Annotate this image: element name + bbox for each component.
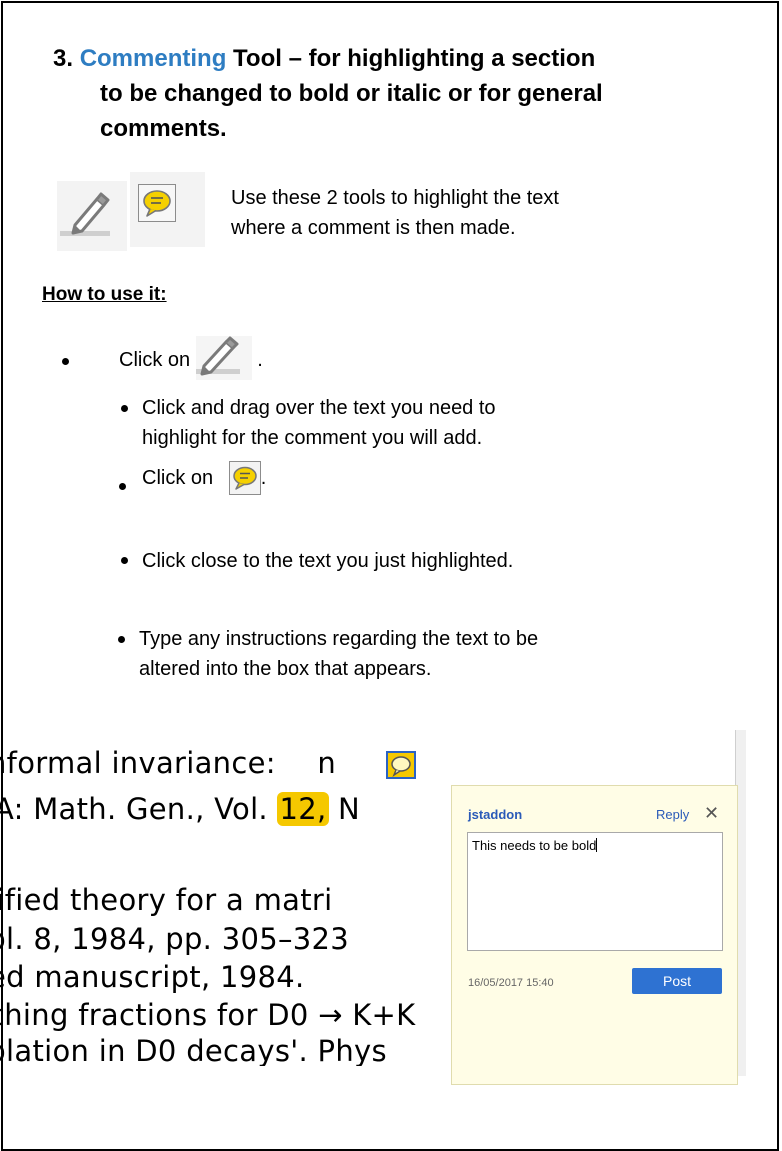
comment-popup: jstaddon Reply ✕ This needs to be bold 1… [451,785,738,1085]
heading-line3: comments. [100,115,227,142]
step-3-text: Click on [142,467,214,489]
step-5-line1: Type any instructions regarding the text… [139,628,539,650]
step-5-line2: altered into the box that appears. [139,658,432,680]
step-4: Click close to the text you just highlig… [142,550,514,572]
comment-button[interactable] [138,184,176,222]
doc-line-6: ching fractions for D0 → K+K [0,998,416,1032]
highlighted-text[interactable]: 12, [277,792,329,826]
inline-comment-tool[interactable] [228,461,261,495]
step-1-text: Click on [119,349,191,371]
bullet-dot [121,557,128,564]
step-3: Click on . [142,461,266,495]
comment-bubble-icon [391,756,411,777]
comment-bubble-icon [232,466,257,490]
comment-timestamp: 16/05/2017 15:40 [468,977,554,989]
comment-annotation-marker[interactable] [386,751,416,779]
doc-line-7: olation in D0 decays'. Phys [0,1034,387,1066]
intro-text: Use these 2 tools to highlight the text … [231,183,711,243]
highlighter-tool[interactable] [57,181,127,251]
step-2: Click and drag over the text you need to… [142,393,496,453]
section-heading: 3. Commenting Tool – for highlighting a … [53,41,733,146]
bullet-dot [119,483,126,490]
comment-text: This needs to be bold [472,838,597,853]
post-button[interactable]: Post [632,968,722,994]
intro-line1: Use these 2 tools to highlight the text [231,187,559,209]
highlighter-pen-icon [195,336,240,376]
step-5: Type any instructions regarding the text… [139,624,538,684]
heading-line1-rest: Tool – for highlighting a section [233,45,596,72]
heading-accent: Commenting [79,45,227,72]
bullet-dot [118,636,125,643]
doc-line-4: ol. 8, 1984, pp. 305–323 [0,922,350,956]
reply-link[interactable]: Reply [656,807,689,822]
comment-bubble-icon [143,190,171,217]
doc-line-2-text: A: Math. Gen., Vol. [0,792,268,826]
doc-line-1: nformal invariance: n [0,746,336,780]
comment-author: jstaddon [468,807,523,822]
intro-line2: where a comment is then made. [231,217,516,239]
step-2-line1: Click and drag over the text you need to [142,397,496,419]
doc-line-1-text: nformal invariance: [0,746,276,780]
close-icon[interactable]: ✕ [704,803,719,824]
bullet-dot [121,405,128,412]
comment-tool[interactable] [130,172,205,247]
comment-textarea[interactable]: This needs to be bold [467,832,723,951]
how-to-title: How to use it: [42,284,167,305]
heading-line2: to be changed to bold or italic or for g… [100,80,603,107]
step-1-period: . [257,349,263,371]
inline-highlighter-tool[interactable] [195,336,252,380]
step-1: Click on . [119,336,263,380]
doc-line-3: lified theory for a matri [0,883,333,917]
step-3-period: . [260,467,267,489]
doc-line-5: ed manuscript, 1984. [0,960,305,994]
highlighter-pen-icon [60,192,110,236]
heading-number: 3. [53,45,74,72]
bullet-dot [62,358,69,365]
text-caret [596,838,598,852]
doc-line-2: A: Math. Gen., Vol. 12, N [0,792,360,826]
doc-line-1-tail: n [317,746,337,780]
step-2-line2: highlight for the comment you will add. [142,427,483,449]
doc-line-2-tail: N [338,792,361,826]
